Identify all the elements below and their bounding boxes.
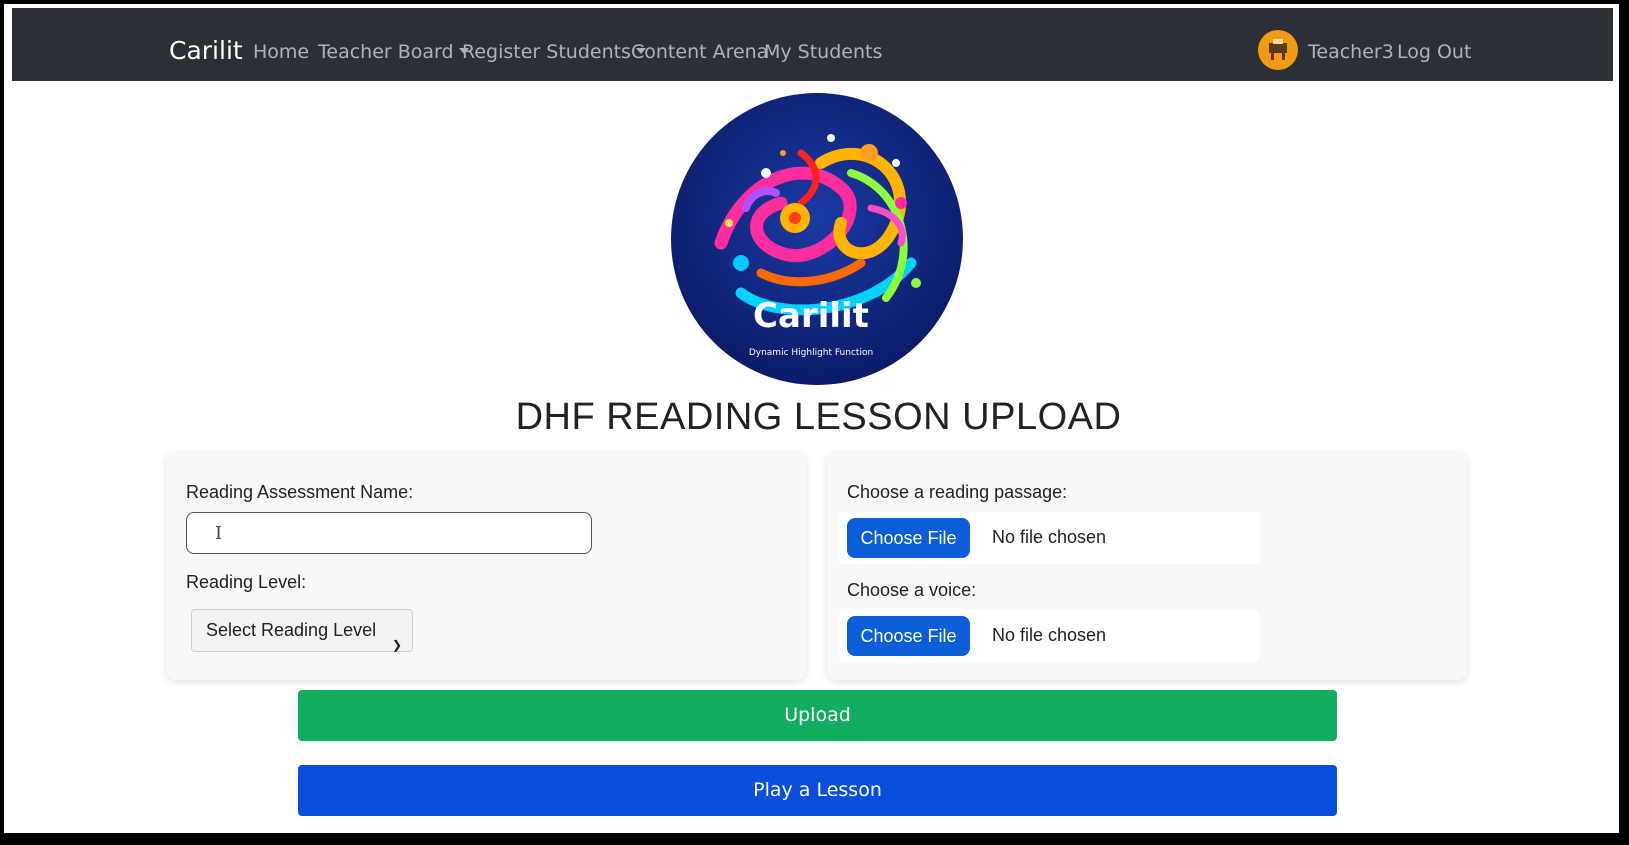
- reading-level-label: Reading Level:: [186, 572, 307, 592]
- nav-home[interactable]: Home: [253, 41, 309, 63]
- nav-teacher-board[interactable]: Teacher Board: [318, 41, 469, 63]
- user-avatar-icon: [1269, 39, 1287, 60]
- page-title: DHF READING LESSON UPLOAD: [515, 396, 1122, 438]
- passage-label: Choose a reading passage:: [847, 482, 1068, 502]
- passage-file-status: No file chosen: [992, 527, 1107, 547]
- carilit-logo: Carilit Dynamic Highlight Function: [671, 93, 963, 385]
- logout-link[interactable]: Log Out: [1397, 41, 1471, 63]
- assessment-details-card: Reading Assessment Name: I Reading Level…: [166, 452, 806, 680]
- voice-label: Choose a voice:: [847, 580, 977, 600]
- nav-register-students-label: Register Students: [462, 41, 631, 63]
- passage-file-input: Choose File No file chosen: [839, 512, 1259, 564]
- top-navbar: Carilit Home Teacher Board Register Stud…: [12, 8, 1613, 81]
- assessment-name-label: Reading Assessment Name:: [186, 482, 414, 502]
- voice-file-status: No file chosen: [992, 625, 1107, 645]
- nav-register-students[interactable]: Register Students: [462, 41, 646, 63]
- app-frame: Carilit Home Teacher Board Register Stud…: [0, 0, 1629, 845]
- reading-level-value: Select Reading Level: [206, 620, 377, 640]
- nav-my-students[interactable]: My Students: [764, 41, 882, 63]
- text-cursor-icon: I: [215, 523, 223, 544]
- user-avatar[interactable]: [1258, 30, 1298, 70]
- reading-level-select[interactable]: Select Reading Level ❯: [191, 609, 413, 652]
- voice-choose-file-button[interactable]: Choose File: [847, 616, 970, 656]
- nav-teacher-board-label: Teacher Board: [318, 41, 454, 63]
- brand-link[interactable]: Carilit: [169, 36, 243, 65]
- upload-button[interactable]: Upload: [298, 690, 1337, 741]
- nav-content-arena[interactable]: Content Arena: [631, 41, 768, 63]
- file-upload-card: Choose a reading passage: Choose File No…: [827, 452, 1467, 680]
- passage-choose-file-button[interactable]: Choose File: [847, 518, 970, 558]
- assessment-name-input[interactable]: I: [186, 512, 592, 554]
- logo-name: Carilit: [753, 296, 869, 336]
- chevron-down-icon: ❯: [391, 638, 402, 652]
- voice-file-input: Choose File No file chosen: [839, 610, 1259, 662]
- logo-tagline: Dynamic Highlight Function: [749, 348, 873, 358]
- user-name[interactable]: Teacher3: [1308, 41, 1394, 63]
- play-lesson-button[interactable]: Play a Lesson: [298, 765, 1337, 816]
